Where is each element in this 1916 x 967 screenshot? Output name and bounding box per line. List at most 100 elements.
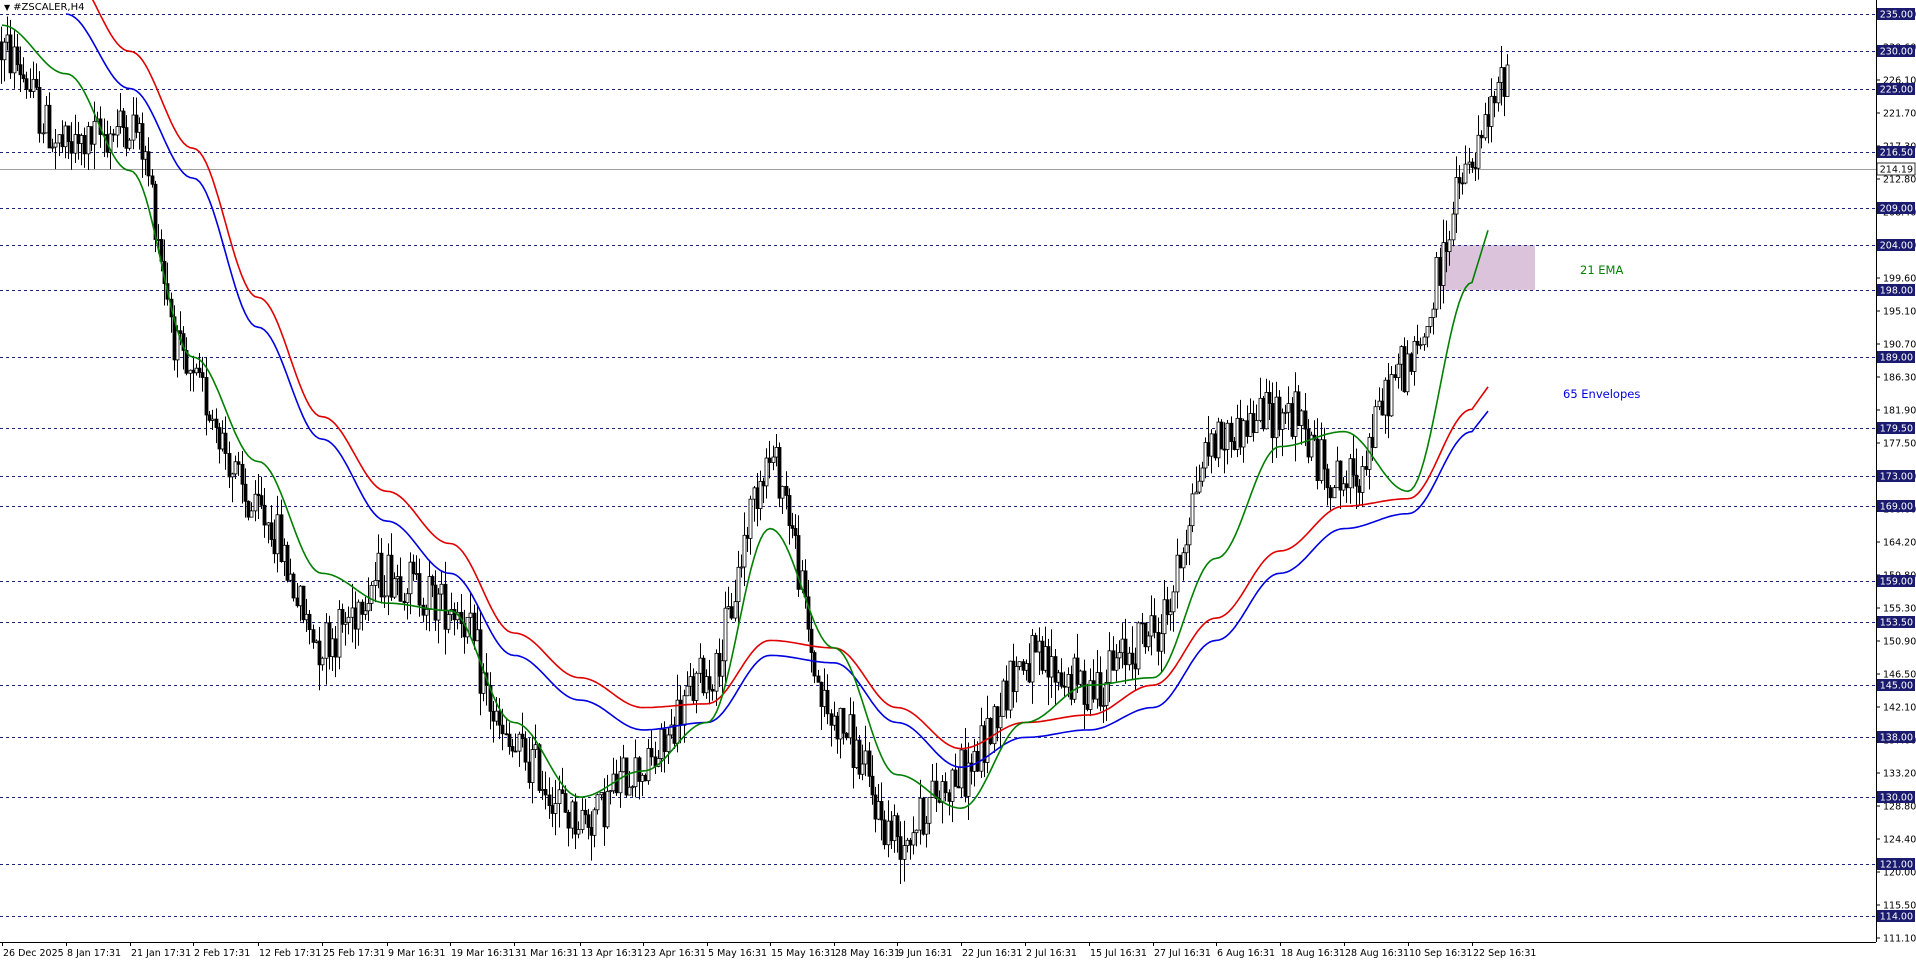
chart-window[interactable]: 235.00230.60226.10221.70217.30212.80208.… <box>0 0 1916 963</box>
candle-body <box>405 593 410 604</box>
candle-body <box>745 534 750 539</box>
candle-body <box>630 786 635 789</box>
candle-body <box>340 608 345 625</box>
candle-body <box>1021 661 1026 671</box>
candle-body <box>1460 182 1465 185</box>
candle-body <box>491 710 496 722</box>
x-tick-label: 5 May 16:31 <box>708 948 767 959</box>
candle-body <box>822 689 827 707</box>
candle-body <box>627 786 632 796</box>
candle-body <box>363 610 368 615</box>
candle-body <box>809 628 814 653</box>
candle-body <box>1117 652 1122 659</box>
candle-body <box>1104 682 1109 706</box>
candle-body <box>1184 544 1189 554</box>
candle-body <box>621 757 626 773</box>
candle-body <box>857 739 862 775</box>
candle-body <box>1383 379 1388 416</box>
candle-body <box>614 773 619 794</box>
candle-body <box>527 761 532 783</box>
candle-body <box>1187 525 1192 546</box>
candle-body <box>560 789 565 794</box>
candle-body <box>698 657 703 674</box>
candle-body <box>89 126 94 145</box>
candle-body <box>1001 680 1006 717</box>
level-price-tag-label: 216.50 <box>1880 148 1913 159</box>
candle-body <box>220 432 225 450</box>
envelope-label: 65 Envelopes <box>1563 387 1640 401</box>
level-price-tag-label: 145.00 <box>1880 681 1913 692</box>
candle-body <box>314 640 319 643</box>
candle-body <box>1178 554 1183 569</box>
candle-body <box>767 457 772 463</box>
candle-body <box>21 74 26 80</box>
candle-body <box>1434 257 1439 310</box>
candle-body <box>63 125 68 148</box>
candle-body <box>1072 657 1077 700</box>
level-price-tag-label: 153.50 <box>1880 618 1913 629</box>
candle-body <box>79 135 84 144</box>
candle-body <box>200 372 205 378</box>
y-tick-label: 186.30 <box>1883 373 1916 384</box>
candle-body <box>1168 611 1173 616</box>
candle-body <box>1181 552 1186 569</box>
candle-body <box>1146 635 1151 648</box>
candle-body <box>873 794 878 820</box>
candle-body <box>1017 661 1022 667</box>
dropdown-triangle-icon[interactable]: ▼ <box>4 3 10 12</box>
candle-body <box>1338 460 1343 491</box>
price-chart[interactable]: 235.00230.60226.10221.70217.30212.80208.… <box>0 0 1916 963</box>
candle-body <box>675 699 680 744</box>
candle-body <box>672 724 677 744</box>
candle-body <box>1335 460 1340 489</box>
candle-body <box>1389 374 1394 417</box>
candle-body <box>595 794 600 811</box>
candle-body <box>282 544 287 562</box>
candle-body <box>439 583 444 595</box>
candle-body <box>1492 95 1497 104</box>
candle-body <box>905 839 910 847</box>
candle-body <box>304 613 309 621</box>
candle-body <box>243 483 248 502</box>
candle-body <box>764 457 769 487</box>
x-tick-label: 6 Aug 16:31 <box>1217 948 1275 959</box>
y-tick-label: 221.70 <box>1883 109 1916 120</box>
candle-body <box>646 748 651 782</box>
candle-body <box>1027 663 1032 683</box>
candle-body <box>748 498 753 539</box>
candle-body <box>1293 391 1298 437</box>
candle-body <box>838 707 843 740</box>
candle-body <box>47 104 52 149</box>
x-tick-label: 28 Aug 16:31 <box>1345 948 1409 959</box>
candle-body <box>592 809 597 836</box>
candle-body <box>468 612 473 618</box>
candle-body <box>733 601 738 619</box>
candle-body <box>793 528 798 536</box>
candle-body <box>1486 114 1491 127</box>
candle-body <box>1467 161 1472 165</box>
candle-body <box>1418 344 1423 347</box>
candle-body <box>1066 674 1071 688</box>
candle-body <box>640 774 645 782</box>
candle-body <box>504 733 509 736</box>
candle-body <box>513 750 518 753</box>
candle-body <box>1270 403 1275 439</box>
candle-body <box>918 797 923 831</box>
candle-body <box>1238 417 1243 448</box>
candle-body <box>1409 353 1414 372</box>
candle-body <box>311 629 316 643</box>
level-price-tag-label: 138.00 <box>1880 733 1913 744</box>
candle-body <box>246 500 251 518</box>
candle-body <box>688 676 693 687</box>
candle-body <box>1046 646 1051 678</box>
candle-body <box>1235 417 1240 450</box>
candle-body <box>924 822 929 835</box>
candle-body <box>288 573 293 581</box>
candle-body <box>44 104 49 134</box>
candle-body <box>1095 672 1100 700</box>
candle-body <box>1261 397 1266 430</box>
candle-body <box>1059 672 1064 687</box>
candle-body <box>1470 161 1475 168</box>
candle-body <box>1162 599 1167 635</box>
level-price-tag-label: 159.00 <box>1880 577 1913 588</box>
